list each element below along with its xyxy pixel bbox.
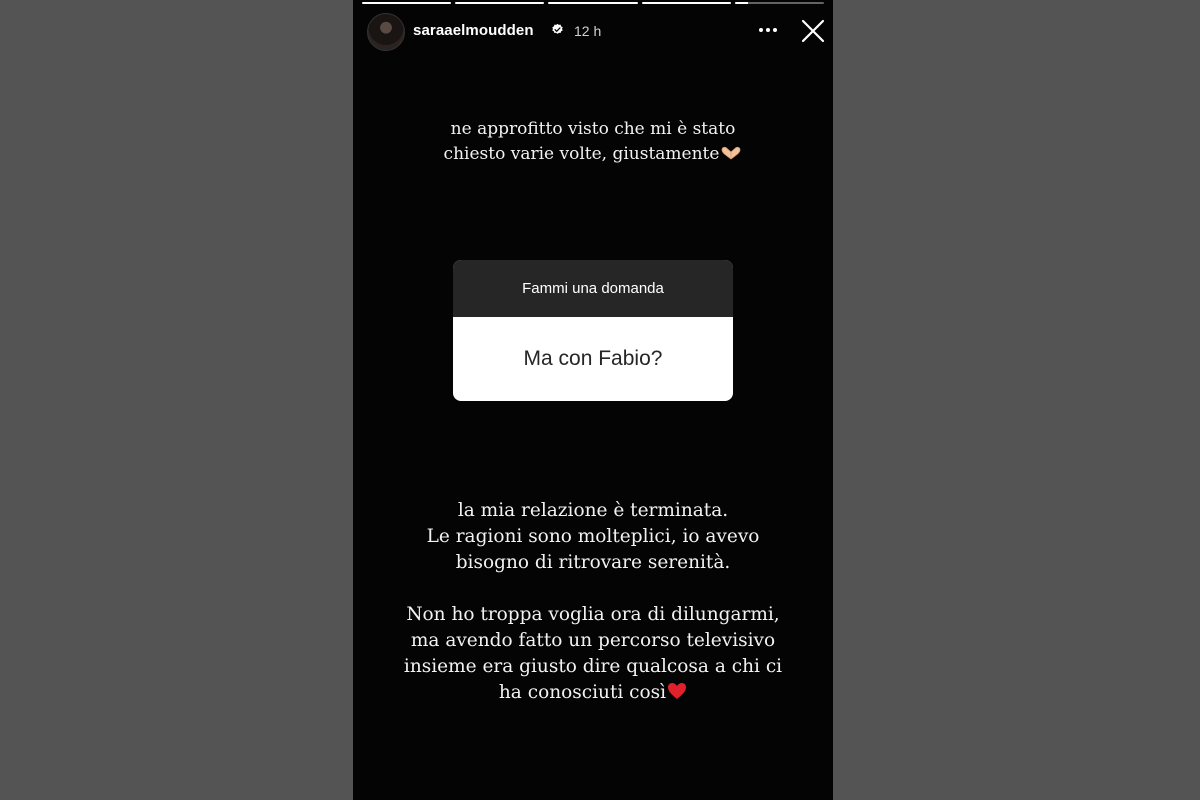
progress-segment [362,2,452,4]
story-viewer[interactable]: saraaelmoudden 12 h ne approfitto visto … [353,0,833,800]
caption-line: Le ragioni sono molteplici, io avevo [426,526,760,547]
caption-last-line: ha conosciuti così [353,680,833,706]
more-options-icon[interactable] [753,18,783,42]
red-heart-emoji [668,683,687,699]
close-icon[interactable] [798,16,828,46]
story-progress-bar [362,2,825,5]
caption-line: ma avendo fatto un percorso televisivo [410,630,776,651]
caption-line: insieme era giusto dire qualcosa a chi c… [403,656,783,677]
caption-line: ha conosciuti così [498,682,667,703]
question-sticker-title: Fammi una domanda [453,260,733,317]
caption-line: la mia relazione è terminata. [457,500,729,521]
caption-line: Non ho troppa voglia ora di dilungarmi, [406,604,780,625]
caption-bottom: la mia relazione è terminata. Le ragioni… [353,498,833,706]
progress-segment [641,2,731,4]
progress-segment [455,2,545,4]
question-sticker-question: Ma con Fabio? [523,347,663,370]
profile-avatar[interactable] [367,13,405,51]
caption-top: ne approfitto visto che mi è stato chies… [353,117,833,167]
caption-line: bisogno di ritrovare serenità. [455,552,731,573]
caption-top-line-2: chiesto varie volte, giustamente [353,142,833,167]
progress-segment [548,2,638,4]
caption-top-line-1: ne approfitto visto che mi è stato [450,119,736,139]
progress-segment [734,2,825,4]
verified-badge-icon [552,23,563,34]
story-header: saraaelmoudden 12 h [367,13,825,51]
heart-hands-emoji [722,146,741,160]
question-sticker[interactable]: Fammi una domanda Ma con Fabio? [453,260,733,401]
username[interactable]: saraaelmoudden [413,22,534,39]
caption-top-line-2-text: chiesto varie volte, giustamente [443,144,720,164]
post-time: 12 h [574,23,602,39]
